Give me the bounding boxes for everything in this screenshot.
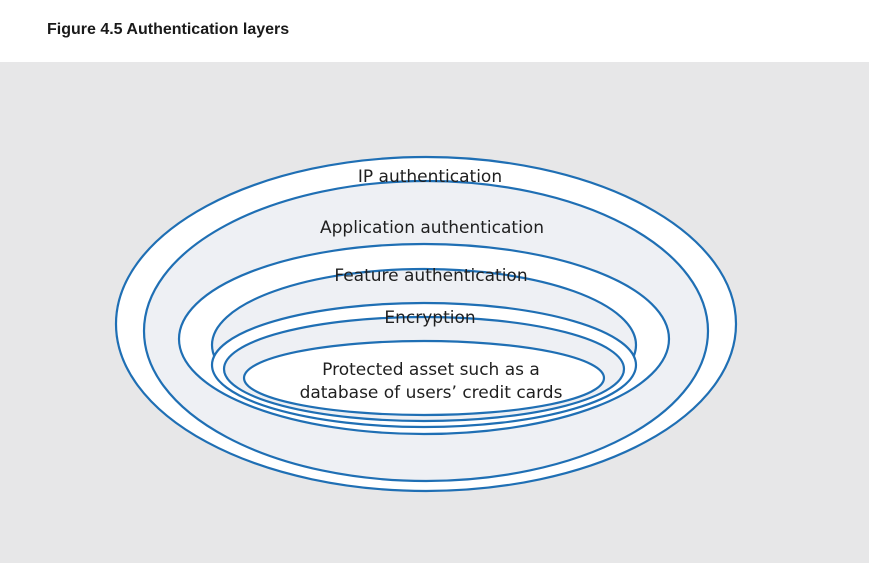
label-application-authentication: Application authentication <box>320 218 544 238</box>
label-protected-asset-line-2: database of users’ credit cards <box>300 383 563 403</box>
label-feature-authentication: Feature authentication <box>334 266 527 286</box>
label-ip-authentication: IP authentication <box>358 167 502 187</box>
label-protected-asset-line-1: Protected asset such as a <box>322 360 540 380</box>
authentication-layers-diagram: IP authentication Application authentica… <box>114 155 738 493</box>
label-encryption: Encryption <box>384 308 475 328</box>
